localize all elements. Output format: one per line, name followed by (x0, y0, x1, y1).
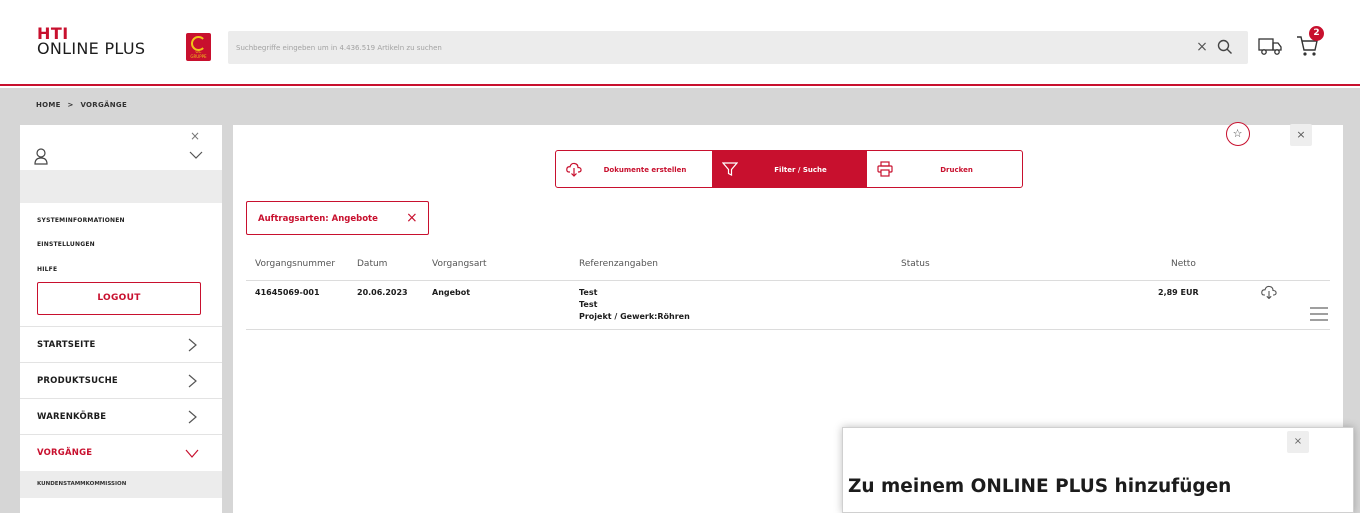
table-header-divider (246, 280, 1330, 281)
gc-group-logo: GC GRUPPE (186, 33, 211, 61)
star-icon: ☆ (1232, 127, 1243, 140)
remove-filter-icon[interactable]: × (406, 210, 418, 226)
action-tabs: Dokumente erstellen Filter / Suche Druck… (555, 150, 1023, 188)
tab-label: Drucken (940, 166, 973, 174)
sidebar-item-label: VORGÄNGE (37, 448, 93, 458)
column-header-datum[interactable]: Datum (357, 259, 387, 269)
cell-vorgangsnummer[interactable]: 41645069-001 (255, 288, 320, 297)
column-header-status[interactable]: Status (901, 259, 930, 269)
chevron-right-icon (188, 338, 197, 352)
sidebar-item-label: WARENKÖRBE (37, 412, 107, 422)
cloud-download-icon[interactable] (1261, 285, 1277, 299)
breadcrumb-separator: > (67, 101, 74, 109)
user-info-strip (20, 170, 222, 203)
sidebar-link-hilfe[interactable]: HILFE (37, 266, 57, 273)
dialog-close-button[interactable]: × (1287, 431, 1309, 453)
dialog-title: Zu meinem ONLINE PLUS hinzufügen (848, 476, 1232, 497)
sidebar-item-vorgaenge[interactable]: VORGÄNGE (20, 434, 222, 470)
sidebar-item-warenkoerbe[interactable]: WARENKÖRBE (20, 398, 222, 434)
hamburger-menu-icon[interactable] (1310, 307, 1328, 321)
logo[interactable]: HTI ONLINE PLUS (37, 26, 146, 58)
tab-filter-suche[interactable]: Filter / Suche (712, 151, 867, 187)
cell-referenz-3: Projekt / Gewerk:Röhren (579, 312, 690, 321)
add-to-online-plus-dialog: × Zu meinem ONLINE PLUS hinzufügen (842, 427, 1354, 513)
cell-referenz-2: Test (579, 300, 598, 309)
search-bar: × (228, 31, 1248, 64)
sidebar: × SYSTEMINFORMATIONEN EINSTELLUNGEN HILF… (20, 125, 222, 513)
breadcrumb-home[interactable]: HOME (36, 101, 61, 109)
cell-netto: 2,89 EUR (1158, 288, 1199, 297)
tab-drucken[interactable]: Drucken (867, 151, 1022, 187)
sidebar-item-label: PRODUKTSUCHE (37, 376, 118, 386)
sidebar-link-einstellungen[interactable]: EINSTELLUNGEN (37, 241, 95, 248)
tab-label: Filter / Suche (774, 166, 827, 174)
clear-search-icon[interactable]: × (1194, 38, 1210, 56)
breadcrumb-current: VORGÄNGE (80, 101, 128, 109)
chevron-right-icon (188, 410, 197, 424)
cell-vorgangsart: Angebot (432, 288, 471, 297)
column-header-referenzangaben[interactable]: Referenzangaben (579, 259, 658, 269)
sidebar-subitem-label: KUNDENSTAMMKOMMISSION (37, 481, 127, 487)
chevron-down-icon[interactable] (188, 149, 204, 161)
column-header-vorgangsart[interactable]: Vorgangsart (432, 259, 487, 269)
logo-line2: ONLINE PLUS (37, 39, 146, 58)
column-header-netto[interactable]: Netto (1171, 259, 1196, 269)
chevron-right-icon (188, 374, 197, 388)
search-input[interactable] (228, 31, 1168, 64)
panel-close-button[interactable]: × (1290, 124, 1312, 146)
sidebar-item-startseite[interactable]: STARTSEITE (20, 326, 222, 362)
filter-chip: Auftragsarten: Angebote × (246, 201, 429, 235)
sidebar-link-systeminformationen[interactable]: SYSTEMINFORMATIONEN (37, 217, 125, 224)
sidebar-subitem-kundenstammkommission[interactable]: KUNDENSTAMMKOMMISSION (20, 471, 222, 498)
cell-referenz-1: Test (579, 288, 598, 297)
search-icon[interactable] (1216, 38, 1234, 56)
table-row-divider (246, 329, 1330, 330)
cart-count-badge: 2 (1309, 26, 1324, 41)
logout-button[interactable]: LOGOUT (37, 282, 201, 315)
column-header-vorgangsnummer[interactable]: Vorgangsnummer (255, 259, 335, 269)
sidebar-item-label: STARTSEITE (37, 340, 96, 350)
sidebar-item-produktsuche[interactable]: PRODUKTSUCHE (20, 362, 222, 398)
tab-dokumente-erstellen[interactable]: Dokumente erstellen (556, 151, 712, 187)
user-icon[interactable] (33, 147, 49, 165)
chevron-down-icon (185, 449, 199, 458)
favorite-star-button[interactable]: ☆ (1226, 122, 1250, 146)
tab-label: Dokumente erstellen (603, 166, 687, 174)
sidebar-close-icon[interactable]: × (187, 129, 203, 145)
delivery-truck-icon[interactable] (1258, 35, 1282, 57)
header: HTI ONLINE PLUS GC GRUPPE × 2 (0, 0, 1360, 86)
cell-datum: 20.06.2023 (357, 288, 408, 297)
breadcrumb: HOME > VORGÄNGE (36, 101, 131, 109)
filter-chip-label: Auftragsarten: Angebote (258, 214, 378, 224)
